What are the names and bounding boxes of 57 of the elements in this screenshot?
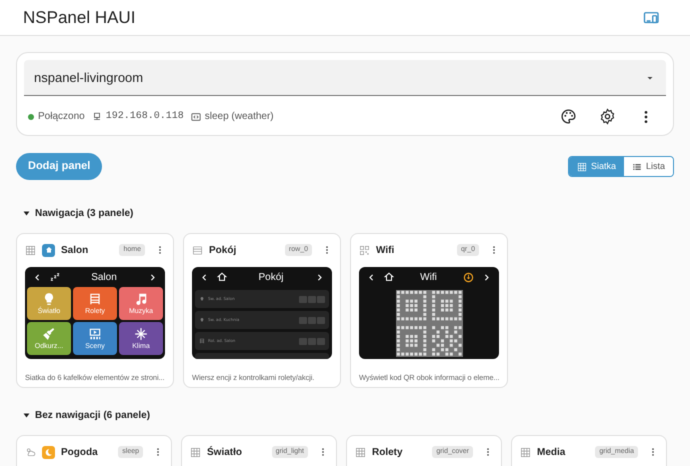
grid-icon	[190, 446, 201, 458]
app-title: NSPanel HAUI	[23, 6, 136, 29]
download-icon	[463, 272, 474, 282]
panel-name: Media	[537, 446, 566, 460]
caret-down-icon[interactable]	[23, 412, 30, 419]
preview-title: Pokój	[257, 270, 284, 284]
rows-icon	[192, 244, 203, 256]
section-title: Bez nawigacji (6 panele)	[35, 409, 150, 423]
status-text: Połączono	[38, 110, 85, 124]
caret-down-icon[interactable]	[23, 210, 30, 217]
mode-text: sleep (weather)	[204, 110, 274, 124]
panel-name: Pokój	[209, 244, 238, 258]
bulb-icon	[199, 317, 205, 323]
grid-icon	[520, 446, 531, 458]
grid-icon	[576, 162, 587, 172]
chevron-left-icon	[33, 272, 42, 282]
bulb-icon	[199, 296, 205, 302]
qr-code-drawing	[394, 290, 464, 357]
blind-icon	[88, 292, 102, 306]
row-controls-icon	[299, 316, 325, 324]
row-controls-icon	[299, 338, 325, 344]
snowflake-icon	[134, 327, 148, 341]
settings-icon[interactable]	[599, 108, 616, 125]
broom-icon	[42, 327, 56, 341]
panel-name: Pogoda	[61, 446, 99, 460]
chevron-right-icon	[148, 272, 157, 282]
weather-icon	[25, 446, 36, 458]
blind-icon	[199, 338, 205, 344]
preview-title: Salon	[90, 270, 118, 284]
code-icon	[190, 112, 201, 122]
ip-address: 192.168.0.118	[106, 110, 184, 124]
panel-name: Rolety	[372, 446, 404, 460]
sleep-icon	[50, 272, 60, 282]
home-icon	[384, 272, 394, 282]
home-icon	[217, 272, 227, 282]
view-toggle-button[interactable]: Lista	[624, 157, 673, 176]
chevron-right-icon	[315, 272, 324, 282]
panel-name: Wifi	[376, 244, 396, 258]
grid-icon	[25, 244, 36, 256]
chevron-left-icon	[367, 272, 376, 282]
preview-title: Wifi	[419, 270, 438, 284]
chevron-right-icon	[482, 272, 491, 282]
section-title: Nawigacja (3 panele)	[35, 207, 134, 221]
bulb-icon	[42, 292, 56, 306]
select-value: nspanel-livingroom	[34, 68, 144, 87]
panel-name: Światło	[207, 445, 244, 460]
chevron-left-icon	[200, 272, 209, 282]
palette-icon[interactable]	[560, 108, 577, 125]
grid-icon	[355, 446, 366, 458]
screen-icon	[88, 327, 102, 341]
qr-code-icon	[359, 244, 370, 256]
row-controls-icon	[299, 296, 325, 302]
network-icon	[92, 112, 102, 122]
list-icon	[632, 162, 642, 172]
music-note-icon	[134, 292, 148, 306]
device-select[interactable]: nspanel-livingroom	[24, 60, 666, 96]
panel-name: Salon	[61, 244, 90, 258]
